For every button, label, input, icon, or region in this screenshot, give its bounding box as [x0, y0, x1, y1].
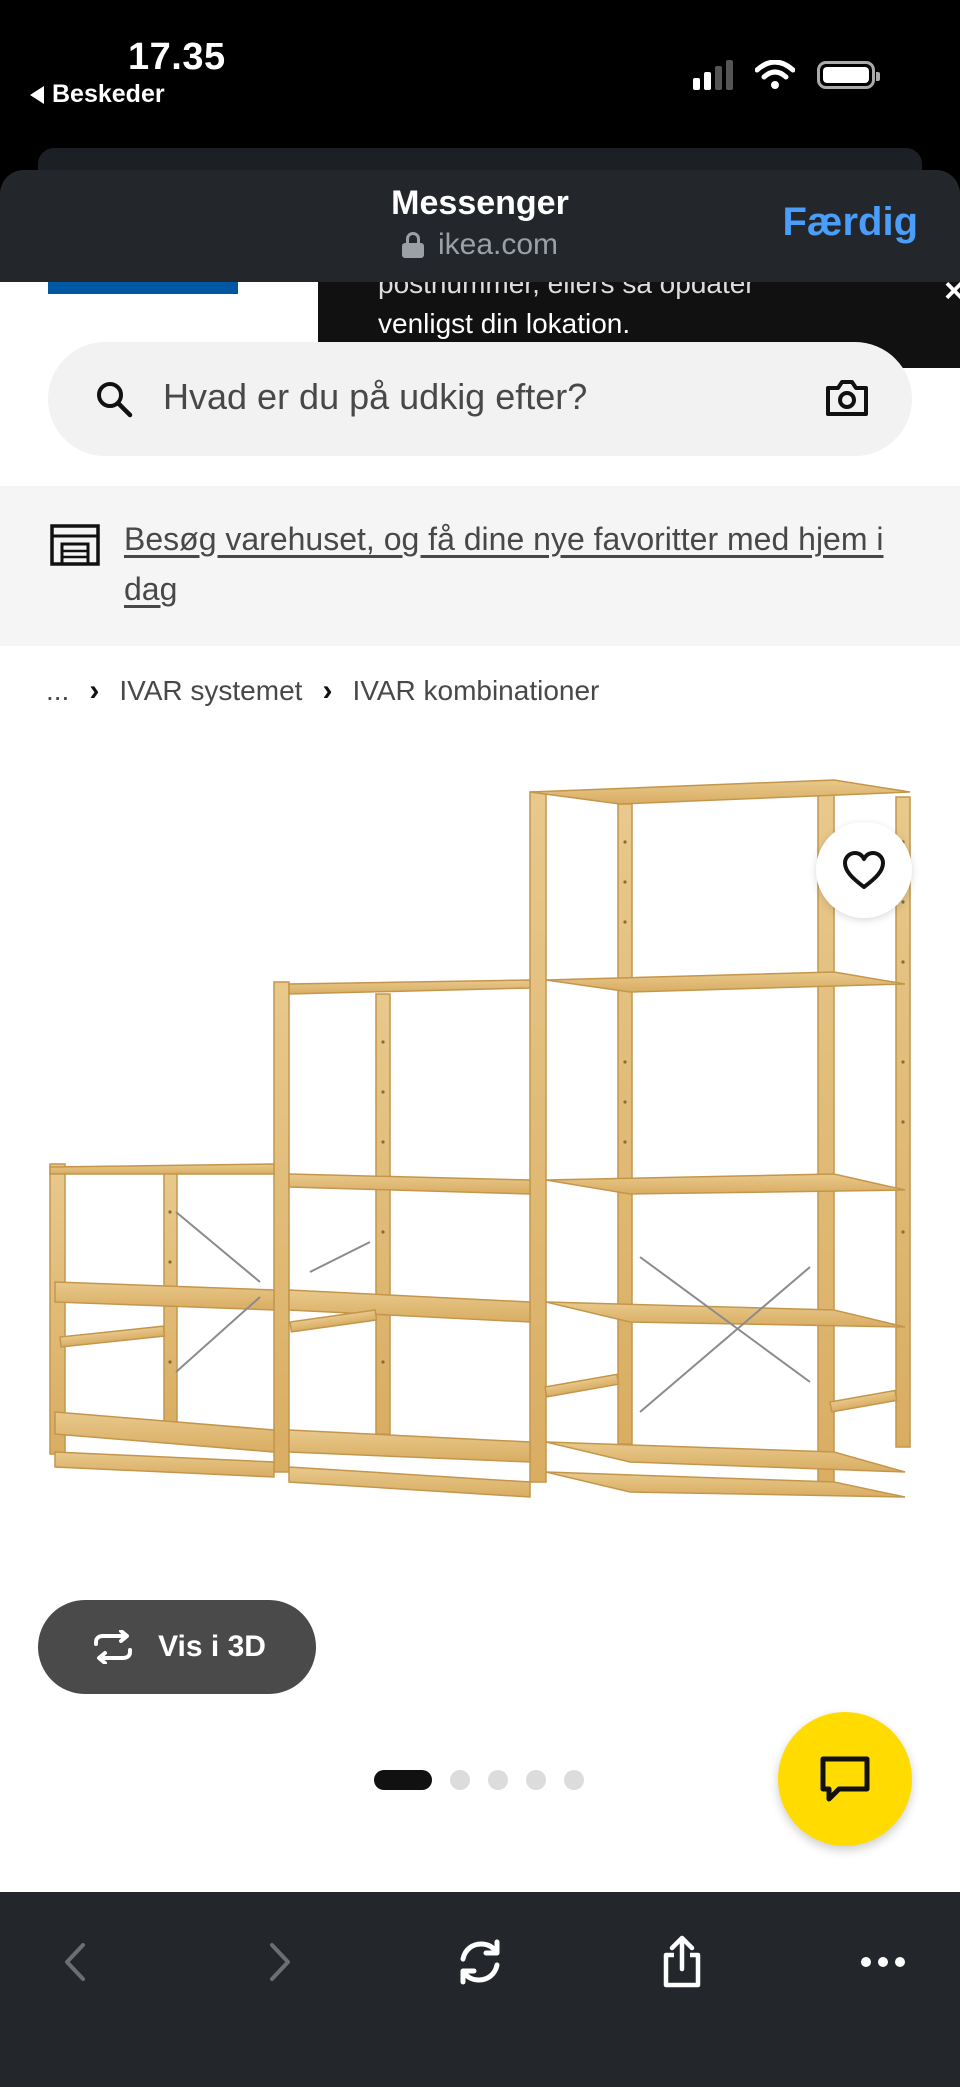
rotate-3d-icon: [94, 1630, 133, 1664]
search-placeholder: Hvad er du på udkig efter?: [163, 376, 588, 417]
image-carousel-dots: [374, 1770, 584, 1790]
chevron-left-icon: [65, 1943, 85, 1981]
battery-icon: [817, 61, 880, 89]
done-button[interactable]: Færdig: [782, 200, 918, 245]
carousel-dot[interactable]: [450, 1770, 470, 1790]
lock-icon: [401, 232, 424, 258]
cellular-signal-icon: [693, 60, 733, 90]
view-in-3d-button[interactable]: Vis i 3D: [38, 1600, 316, 1694]
close-icon[interactable]: ×: [944, 282, 960, 311]
status-icons: [693, 60, 880, 90]
status-bar: 17.35 Beskeder: [0, 0, 960, 150]
reload-icon: [460, 1939, 500, 1985]
in-app-browser-header: Messenger ikea.com Færdig: [0, 170, 960, 282]
breadcrumb-ellipsis[interactable]: ...: [46, 675, 69, 707]
back-button[interactable]: [40, 1932, 110, 1992]
more-icon: [861, 1957, 905, 1967]
store-visit-link[interactable]: Besøg varehuset, og få dine nye favoritt…: [124, 514, 904, 614]
share-icon: [663, 1935, 701, 1988]
search-icon: [97, 382, 133, 418]
wifi-icon: [755, 60, 795, 89]
chevron-right-icon: [270, 1943, 290, 1981]
more-button[interactable]: [848, 1932, 918, 1992]
web-page: postnummer, ellers så opdater venligst d…: [0, 282, 960, 1892]
forward-button[interactable]: [245, 1932, 315, 1992]
view-in-3d-label: Vis i 3D: [158, 1630, 266, 1663]
chevron-right-icon: ›: [322, 674, 333, 707]
domain-text: ikea.com: [437, 228, 559, 261]
carousel-dot[interactable]: [526, 1770, 546, 1790]
carousel-dot-active[interactable]: [374, 1770, 432, 1790]
back-to-app-button[interactable]: Beskeder: [30, 80, 165, 109]
back-triangle-icon: [30, 85, 44, 104]
chat-bubble-icon: [820, 1756, 870, 1802]
browser-toolbar: [0, 1892, 960, 2087]
camera-icon[interactable]: [824, 378, 870, 418]
toast-line-2: venligst din lokation.: [378, 308, 631, 339]
favorite-button[interactable]: [816, 822, 912, 918]
toast-line-1: postnummer, ellers så opdater: [378, 282, 755, 299]
status-time: 17.35: [128, 36, 226, 78]
product-image[interactable]: [0, 762, 960, 1592]
chat-button[interactable]: [778, 1712, 912, 1846]
breadcrumb: ... › IVAR systemet › IVAR kombinationer: [46, 674, 599, 708]
chevron-right-icon: ›: [89, 674, 100, 707]
ikea-logo-blue: [48, 282, 238, 294]
carousel-dot[interactable]: [488, 1770, 508, 1790]
store-icon: [50, 524, 100, 566]
breadcrumb-ivar-systemet[interactable]: IVAR systemet: [119, 675, 302, 707]
back-app-label: Beskeder: [52, 80, 165, 108]
carousel-dot[interactable]: [564, 1770, 584, 1790]
breadcrumb-ivar-kombinationer[interactable]: IVAR kombinationer: [352, 675, 599, 707]
reload-button[interactable]: [445, 1932, 515, 1992]
heart-icon: [843, 851, 885, 889]
search-input[interactable]: Hvad er du på udkig efter?: [48, 342, 912, 456]
store-visit-banner[interactable]: Besøg varehuset, og få dine nye favoritt…: [0, 486, 960, 646]
share-button[interactable]: [647, 1932, 717, 1992]
